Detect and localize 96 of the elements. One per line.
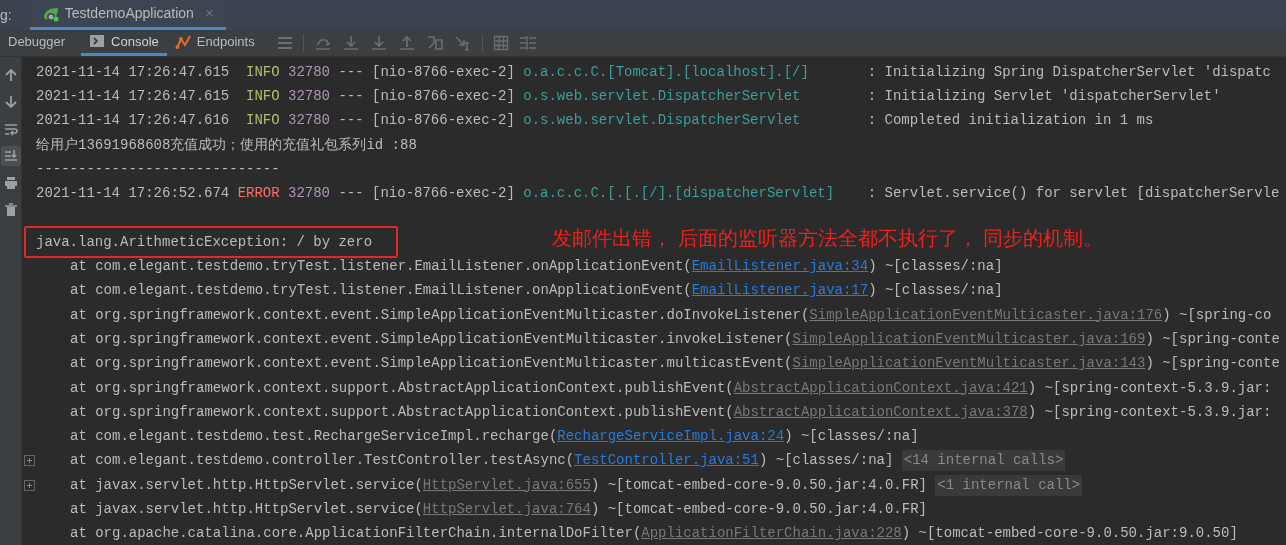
console-text: ) ~[spring-co <box>1162 305 1272 325</box>
internal-calls-toggle[interactable]: <14 internal calls> <box>901 450 1066 472</box>
cursor-icon[interactable] <box>453 35 472 51</box>
thread-name: [nio-8766-exec-2] <box>372 86 515 106</box>
source-link[interactable]: SimpleApplicationEventMulticaster.java:169 <box>792 328 1146 350</box>
annotation-text: 发邮件出错， 后面的监听器方法全都不执行了， 同步的机制。 <box>552 226 1104 252</box>
console-text: at org.springframework.context.event.SimpleApplicationEventMulticaster.multicastEvent( <box>70 354 793 374</box>
console-text: ) ~[classes/:na] <box>784 427 919 447</box>
separator: --- <box>338 184 364 204</box>
log-level: INFO <box>245 62 280 82</box>
graph-icon <box>174 34 191 49</box>
terminal-icon <box>89 34 106 49</box>
thread-name: [nio-8766-exec-2] <box>372 184 515 204</box>
logger-name: o.a.c.c.C.[.[.[/].[dispatcherServlet] <box>523 184 836 204</box>
console-text: at com.elegant.testdemo.tryTest.listener.EmailListener.onApplicationEvent( <box>70 257 692 276</box>
console-text: at com.elegant.testdemo.controller.TestController.testAsync( <box>70 451 575 471</box>
console-text: ----------------------------- <box>36 159 280 179</box>
console-text: ) ~[spring-conte <box>1145 354 1280 374</box>
grid-icon[interactable] <box>492 35 509 51</box>
source-link[interactable]: TestController.java:51 <box>574 450 759 472</box>
source-link[interactable]: AbstractApplicationContext.java:378 <box>733 401 1028 423</box>
console-text: 给用户13691968608充值成功；使用的充值礼包系列id :88 <box>36 135 417 155</box>
timestamp: 2021-11-14 17:26:47.615 <box>36 62 231 82</box>
source-link[interactable]: RechargeServiceImpl.java:24 <box>557 426 785 448</box>
console-text: ) ~[spring-context-5.3.9.jar: <box>1027 402 1272 422</box>
scroll-to-end-icon <box>3 149 18 163</box>
close-button[interactable]: × <box>204 2 214 25</box>
console-text: ) ~[tomcat-embed-core-9.0.50.jar:4.0.FR] <box>590 500 927 519</box>
source-link[interactable]: HttpServlet.java:655 <box>422 474 591 496</box>
console-text: at com.elegant.testdemo.tryTest.listener.EmailListener.onApplicationEvent( <box>70 281 692 301</box>
thread-name: [nio-8766-exec-2] <box>372 62 515 82</box>
console-text: ) ~[classes/:na] <box>868 281 1003 301</box>
panel-label: g: <box>0 5 13 25</box>
tab[interactable]: Debugger <box>0 30 74 56</box>
console-text: : Servlet.service() for servlet [dispatcherServle <box>867 184 1280 204</box>
process-id: 32780 <box>288 86 331 106</box>
tab[interactable]: Endpoints <box>166 30 263 56</box>
leaf-icon <box>41 5 60 22</box>
source-link[interactable]: HttpServlet.java:764 <box>422 499 591 520</box>
console-text: ) ~[classes/:na] <box>868 257 1003 276</box>
separator: --- <box>338 62 364 82</box>
up-arrow-icon <box>3 68 18 82</box>
process-id: 32780 <box>288 184 331 204</box>
source-link[interactable]: SimpleApplicationEventMulticaster.java:143 <box>792 353 1146 375</box>
expand-icon[interactable] <box>23 479 35 491</box>
down-arrow-icon <box>3 95 18 109</box>
menu-icon[interactable] <box>276 36 293 50</box>
source-link[interactable]: SimpleApplicationEventMulticaster.java:176 <box>809 304 1163 326</box>
log-level: INFO <box>245 86 280 106</box>
console-text: at javax.servlet.http.HttpServlet.service( <box>70 475 423 495</box>
expand-icon[interactable] <box>23 455 35 467</box>
tab[interactable]: Console <box>81 30 167 56</box>
download-icon[interactable] <box>341 35 360 51</box>
process-id: 32780 <box>288 62 331 82</box>
separator: --- <box>338 111 364 131</box>
console-text: java.lang.ArithmeticException: / by zero <box>36 232 373 252</box>
timestamp: 2021-11-14 17:26:47.615 <box>36 86 231 106</box>
console-text: at org.springframework.context.event.SimpleApplicationEventMulticaster.invokeListener( <box>70 329 793 349</box>
console-text: at org.springframework.context.event.SimpleApplicationEventMulticaster.doInvokeListener( <box>70 305 810 325</box>
console-text: : Completed initialization in 1 ms <box>867 111 1154 131</box>
process-id: 32780 <box>288 111 331 131</box>
logger-name: o.s.web.servlet.DispatcherServlet <box>523 111 802 131</box>
logger-name: o.a.c.c.C.[Tomcat].[localhost].[/] <box>523 62 810 82</box>
console-text: at org.apache.catalina.core.ApplicationFilterChain.internalDoFilter( <box>70 524 642 544</box>
log-level: INFO <box>245 111 280 131</box>
source-link[interactable]: EmailListener.java:17 <box>691 280 869 302</box>
printer-icon <box>3 176 18 190</box>
timestamp: 2021-11-14 17:26:47.616 <box>36 111 231 131</box>
download-icon[interactable] <box>369 35 388 51</box>
console-text: at org.springframework.context.support.AbstractApplicationContext.publishEvent( <box>70 378 734 398</box>
separator: --- <box>338 86 364 106</box>
source-link[interactable]: AbstractApplicationContext.java:421 <box>733 377 1028 399</box>
console-text: at com.elegant.testdemo.test.RechargeServiceImpl.recharge( <box>70 427 558 447</box>
upload-icon[interactable] <box>397 35 416 51</box>
trash-icon <box>3 203 18 217</box>
internal-calls-toggle[interactable]: <1 internal call> <box>935 474 1083 496</box>
console-text: ) ~[tomcat-embed-core-9.0.50.jar:9.0.50] <box>901 524 1238 544</box>
console-text: ) ~[classes/:na] <box>758 451 894 471</box>
scroll-to-end-button[interactable] <box>0 146 21 166</box>
console-text: at org.springframework.context.support.AbstractApplicationContext.publishEvent( <box>70 402 734 422</box>
source-link[interactable]: ApplicationFilterChain.java:228 <box>641 523 902 545</box>
thread-name: [nio-8766-exec-2] <box>372 111 515 131</box>
console-text: at javax.servlet.http.HttpServlet.service( <box>70 500 423 519</box>
wrap-icon <box>3 122 18 136</box>
run-tab-title: TestdemoApplication <box>64 4 194 23</box>
console-text: : Initializing Spring DispatcherServlet 'dispatc <box>867 62 1271 82</box>
layout-icon[interactable] <box>518 35 537 51</box>
console-text: : Initializing Servlet 'dispatcherServlet' <box>867 86 1221 106</box>
source-link[interactable]: EmailListener.java:34 <box>691 256 869 277</box>
step-icon[interactable] <box>425 35 444 51</box>
logger-name: o.s.web.servlet.DispatcherServlet <box>523 86 802 106</box>
console-text: ) ~[spring-conte <box>1145 329 1280 349</box>
timestamp: 2021-11-14 17:26:52.674 <box>36 184 231 204</box>
console-text: ) ~[tomcat-embed-core-9.0.50.jar:4.0.FR] <box>590 475 927 495</box>
log-level: ERROR <box>237 184 280 204</box>
console-text: ) ~[spring-context-5.3.9.jar: <box>1027 378 1272 398</box>
